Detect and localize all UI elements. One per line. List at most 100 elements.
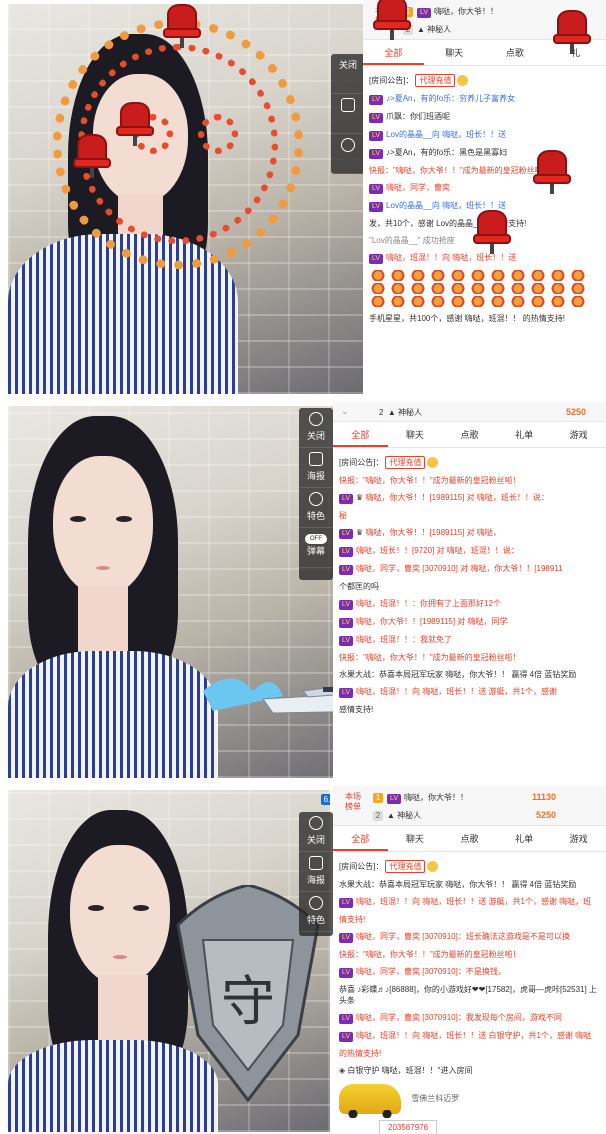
tab-all[interactable]: 全部 [333, 422, 388, 447]
car-entrance: 雪佛兰科迈罗 203567976 [339, 1084, 600, 1134]
chat-message: 快报："嗨哒，你大爷！！"成为最新的皇冠粉丝啦！ [339, 653, 521, 662]
poster-label: 海报 [306, 875, 325, 885]
poster-button[interactable]: 海报 [299, 852, 333, 892]
screenshot-3: 守 6.cn 直播 关闭 海报 特色 本场榜单 1LV嗨哒，你大爷！！ 2▲ 神… [0, 786, 606, 1134]
rank-row-1[interactable]: 1 LV 嗨哒，你大爷！！ [373, 792, 468, 804]
coin-amount: 5250 [565, 407, 586, 417]
message-text: ♪>夏An，有的fo乐：穷养儿子富养女 [386, 94, 516, 103]
level-badge: LV [369, 113, 384, 123]
room-notice: [房间公告]： 代理充值 [369, 74, 600, 87]
poster-icon [341, 98, 355, 112]
rank-board: 本场榜单 1 LV 嗨哒，你大爷！！ 2 ▲ 神秘人 11130 5250 [333, 786, 606, 826]
message-text: 嗨哒，班混！！向 嗨哒，班长！！送 [386, 253, 517, 262]
effects-icon [309, 492, 323, 506]
screenshot-2: 关闭 海报 特色 OFF 弹幕 ⌄ 2 ▲ 神秘人 5250 全部 聊天 点歌 礼… [0, 402, 606, 780]
chat-messages: [房间公告]： 代理充值 LV ♪>夏An，有的fo乐：穷养儿子富养女 LV 爪飘：你… [363, 66, 606, 332]
message-text: 嗨哒，同学，曹奕 [3070910] 对 嗨哒，你大爷！！[198911 [356, 564, 563, 573]
chat-message: LV 嗨哒，同学，曹奕 [3070910] 对 嗨哒，你大爷！！[198911 [339, 563, 600, 575]
eye [88, 905, 104, 911]
barrage-button[interactable]: OFF 弹幕 [299, 528, 333, 568]
message-text: 嗨哒，班混！！向 嗨哒，班长！！送 游艇，共1个，感谢 嗨哒，班 [356, 897, 592, 906]
poster-icon [309, 452, 323, 466]
rank-row-2[interactable]: 2 ▲ 神秘人 [373, 810, 421, 821]
chat-message: LV 嗨哒，同学，曹奕 [3070910]：班长确法这游戏是不是可以换 [339, 931, 600, 943]
coin-amount: 11130 [531, 792, 556, 802]
chat-message: LV 嗨哒，班混！！向 嗨哒，班长！！送 游艇，共1个，感谢 [339, 686, 600, 698]
room-notice: [房间公告]： 代理充值 [339, 860, 600, 873]
tab-games[interactable]: 游戏 [551, 826, 606, 851]
tab-all[interactable]: 全部 [333, 826, 388, 851]
chat-message: LV 爪飘：你们班酒呢 [369, 111, 600, 123]
level-badge: LV [339, 547, 354, 557]
chat-tabs: 全部 聊天 点歌 礼单 游戏 [333, 422, 606, 448]
tab-song[interactable]: 点歌 [442, 826, 497, 851]
tab-games[interactable]: 游戏 [551, 422, 606, 447]
car-label: 雪佛兰科迈罗 [411, 1094, 460, 1104]
poster-button[interactable]: 海报 [299, 448, 333, 488]
close-button[interactable]: 关闭 [299, 408, 333, 448]
message-text: 嗨哒，班混！！向 嗨哒，班长！！送 游艇，共1个，感谢 [356, 687, 557, 696]
close-button[interactable]: 关闭 [331, 54, 365, 94]
tab-song[interactable]: 点歌 [442, 422, 497, 447]
message-text: 白银守护 嗨哒，班混！！"进入房间 [347, 1066, 473, 1075]
message-text: 嗨哒，同学，曹奕 [3070910]：我发现每个房间，游戏不同 [356, 1013, 562, 1022]
chair-icon [473, 210, 511, 254]
lips [96, 566, 110, 570]
message-text: 嗨哒，你大爷！！[1989115] 对 嗨哒， [365, 528, 501, 537]
level-badge: LV [339, 494, 354, 504]
user-id-badge: 203567976 [379, 1120, 438, 1134]
tab-gifts[interactable]: 礼单 [497, 422, 552, 447]
tab-all[interactable]: 全部 [363, 40, 424, 65]
recharge-button[interactable]: 代理充值 [415, 74, 456, 87]
rank-row-2[interactable]: ⌄ 2 ▲ 神秘人 5250 [333, 402, 606, 422]
close-button[interactable]: 关闭 [299, 812, 333, 852]
effects-button[interactable]: 特色 [299, 488, 333, 528]
chat-message: 水果大战：恭喜本局冠军玩家 嗨哒，你大爷！！ 赢得 4倍 蓝钻奖励 [339, 670, 577, 679]
tab-chat[interactable]: 聊天 [388, 826, 443, 851]
rank-user: 神秘人 [427, 25, 452, 34]
effects-button[interactable] [331, 134, 365, 174]
message-text: 嗨哒，班混！！：我就免了 [356, 635, 453, 644]
screenshot-1: 关闭 本场榜单 1LV嗨哒，你大爷！！ 2▲ 神秘人 全部 聊天 点歌 礼 [房… [0, 0, 606, 396]
rank-user: 神秘人 [397, 811, 422, 820]
level-badge: LV [387, 794, 402, 804]
video-sidebar: 关闭 [331, 54, 365, 174]
tab-gifts[interactable]: 礼单 [497, 826, 552, 851]
notice-label: [房间公告]： [339, 862, 384, 871]
level-badge: LV [339, 933, 354, 943]
face [53, 456, 153, 596]
power-icon [309, 816, 323, 830]
effects-button[interactable]: 特色 [299, 892, 333, 932]
message-text: 嗨哒，同学，曹奕 [386, 183, 451, 192]
rank-row-1[interactable]: 1 LV 嗨哒，你大爷！！ [403, 6, 498, 18]
level-badge: LV [339, 688, 354, 698]
level-badge: LV [369, 254, 384, 264]
chat-panel: 本场榜单 1LV嗨哒，你大爷！！ 2▲ 神秘人 全部 聊天 点歌 礼 [房间公告… [363, 0, 606, 396]
barrage-toggle[interactable]: OFF [305, 534, 327, 544]
level-badge: LV [369, 149, 384, 159]
chat-message: LV 嗨哒，同学，曹奕 [3070910]：不是换钱， [339, 966, 600, 978]
crown-icon: ♛ [356, 528, 364, 537]
level-badge: LV [339, 636, 354, 646]
tab-chat[interactable]: 聊天 [424, 40, 485, 65]
silver-guard-icon: ◈ [339, 1066, 346, 1075]
effects-label: 特色 [306, 915, 325, 925]
mystery-user-icon: ▲ [417, 25, 425, 34]
rank-user: 嗨哒，你大爷！！ [404, 793, 469, 802]
poster-icon [309, 856, 323, 870]
chat-message: LV 嗨哒，班混！！：我就免了 [339, 634, 600, 646]
eye [70, 516, 86, 522]
recharge-button[interactable]: 代理充值 [385, 456, 426, 469]
chat-message: 恭喜 ♪彩蝶♬♪[86888]，你的小游戏好❤❤[17582]，虎哥—虎咔[52… [339, 985, 597, 1005]
tab-song[interactable]: 点歌 [485, 40, 546, 65]
tab-chat[interactable]: 聊天 [388, 422, 443, 447]
video-stream: 守 6.cn 直播 [8, 790, 330, 1132]
close-label: 关闭 [306, 835, 325, 845]
poster-label: 海报 [306, 471, 325, 481]
lips [113, 955, 127, 959]
poster-button[interactable] [331, 94, 365, 134]
recharge-button[interactable]: 代理充值 [385, 860, 426, 873]
message-text: 嗨哒，班混！！：你拥有了上面那好12个 [356, 599, 501, 608]
chat-message: LV ♛ 嗨哒，你大爷！！[1989115] 对 嗨哒， [339, 527, 600, 539]
rank-number: 1 [373, 793, 383, 803]
